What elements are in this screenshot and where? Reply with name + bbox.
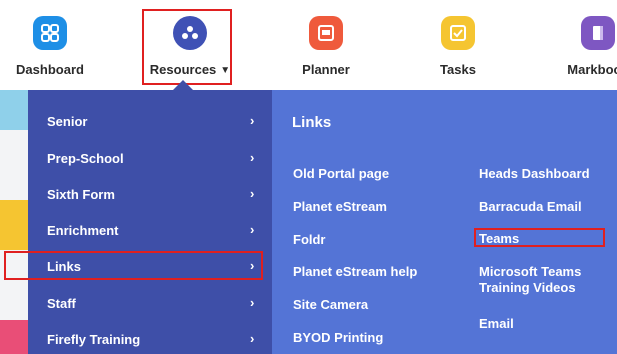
nav-markbook-label: Markbook: [567, 62, 617, 77]
links-item-highlight: [4, 251, 263, 280]
link-foldr[interactable]: Foldr: [293, 232, 326, 248]
link-heads-dashboard[interactable]: Heads Dashboard: [479, 166, 590, 182]
chevron-right-icon: ›: [250, 150, 255, 165]
page-stripe: [0, 200, 28, 250]
link-barracuda-email[interactable]: Barracuda Email: [479, 199, 582, 215]
link-microsoft-teams-training-videos[interactable]: Microsoft Teams Training Videos: [479, 264, 604, 296]
nav-markbook[interactable]: Markbook: [528, 0, 617, 84]
menu-item-enrichment[interactable]: Enrichment ›: [28, 213, 272, 249]
menu-item-label: Prep-School: [47, 151, 124, 166]
page-stripe: [0, 90, 28, 130]
chevron-right-icon: ›: [250, 113, 255, 128]
nav-tasks-label: Tasks: [440, 62, 476, 77]
link-byod-printing[interactable]: BYOD Printing: [293, 330, 383, 346]
nav-dashboard[interactable]: Dashboard: [0, 0, 120, 84]
menu-item-prep-school[interactable]: Prep-School ›: [28, 141, 272, 177]
links-heading: Links: [292, 114, 332, 131]
chevron-right-icon: ›: [250, 186, 255, 201]
menu-item-label: Firefly Training: [47, 332, 141, 347]
link-email[interactable]: Email: [479, 316, 514, 332]
menu-item-senior[interactable]: Senior ›: [28, 104, 272, 140]
teams-link-highlight: [474, 228, 605, 247]
tasks-icon: [441, 16, 475, 50]
menu-item-firefly-training[interactable]: Firefly Training ›: [28, 322, 272, 354]
nav-tasks[interactable]: Tasks: [388, 0, 528, 84]
link-planet-estream[interactable]: Planet eStream: [293, 199, 387, 215]
resources-highlight: [142, 9, 232, 85]
menu-item-staff[interactable]: Staff ›: [28, 286, 272, 322]
link-site-camera[interactable]: Site Camera: [293, 297, 368, 313]
top-navigation: Dashboard Resources ▼ Planner Tasks Mark…: [0, 0, 617, 90]
menu-item-sixth-form[interactable]: Sixth Form ›: [28, 177, 272, 213]
link-planet-estream-help[interactable]: Planet eStream help: [293, 264, 417, 280]
menu-item-label: Enrichment: [47, 223, 119, 238]
planner-icon: [309, 16, 343, 50]
menu-item-label: Senior: [47, 114, 88, 129]
page-stripe: [0, 320, 28, 354]
chevron-right-icon: ›: [250, 222, 255, 237]
chevron-right-icon: ›: [250, 331, 255, 346]
nav-planner[interactable]: Planner: [256, 0, 396, 84]
chevron-right-icon: ›: [250, 295, 255, 310]
dashboard-icon: [33, 16, 67, 50]
menu-item-label: Staff: [47, 296, 76, 311]
menu-item-label: Sixth Form: [47, 187, 115, 202]
nav-planner-label: Planner: [302, 62, 350, 77]
nav-dashboard-label: Dashboard: [16, 62, 84, 77]
markbook-icon: [581, 16, 615, 50]
link-old-portal-page[interactable]: Old Portal page: [293, 166, 389, 182]
resources-menu: Senior › Prep-School › Sixth Form › Enri…: [28, 90, 272, 354]
